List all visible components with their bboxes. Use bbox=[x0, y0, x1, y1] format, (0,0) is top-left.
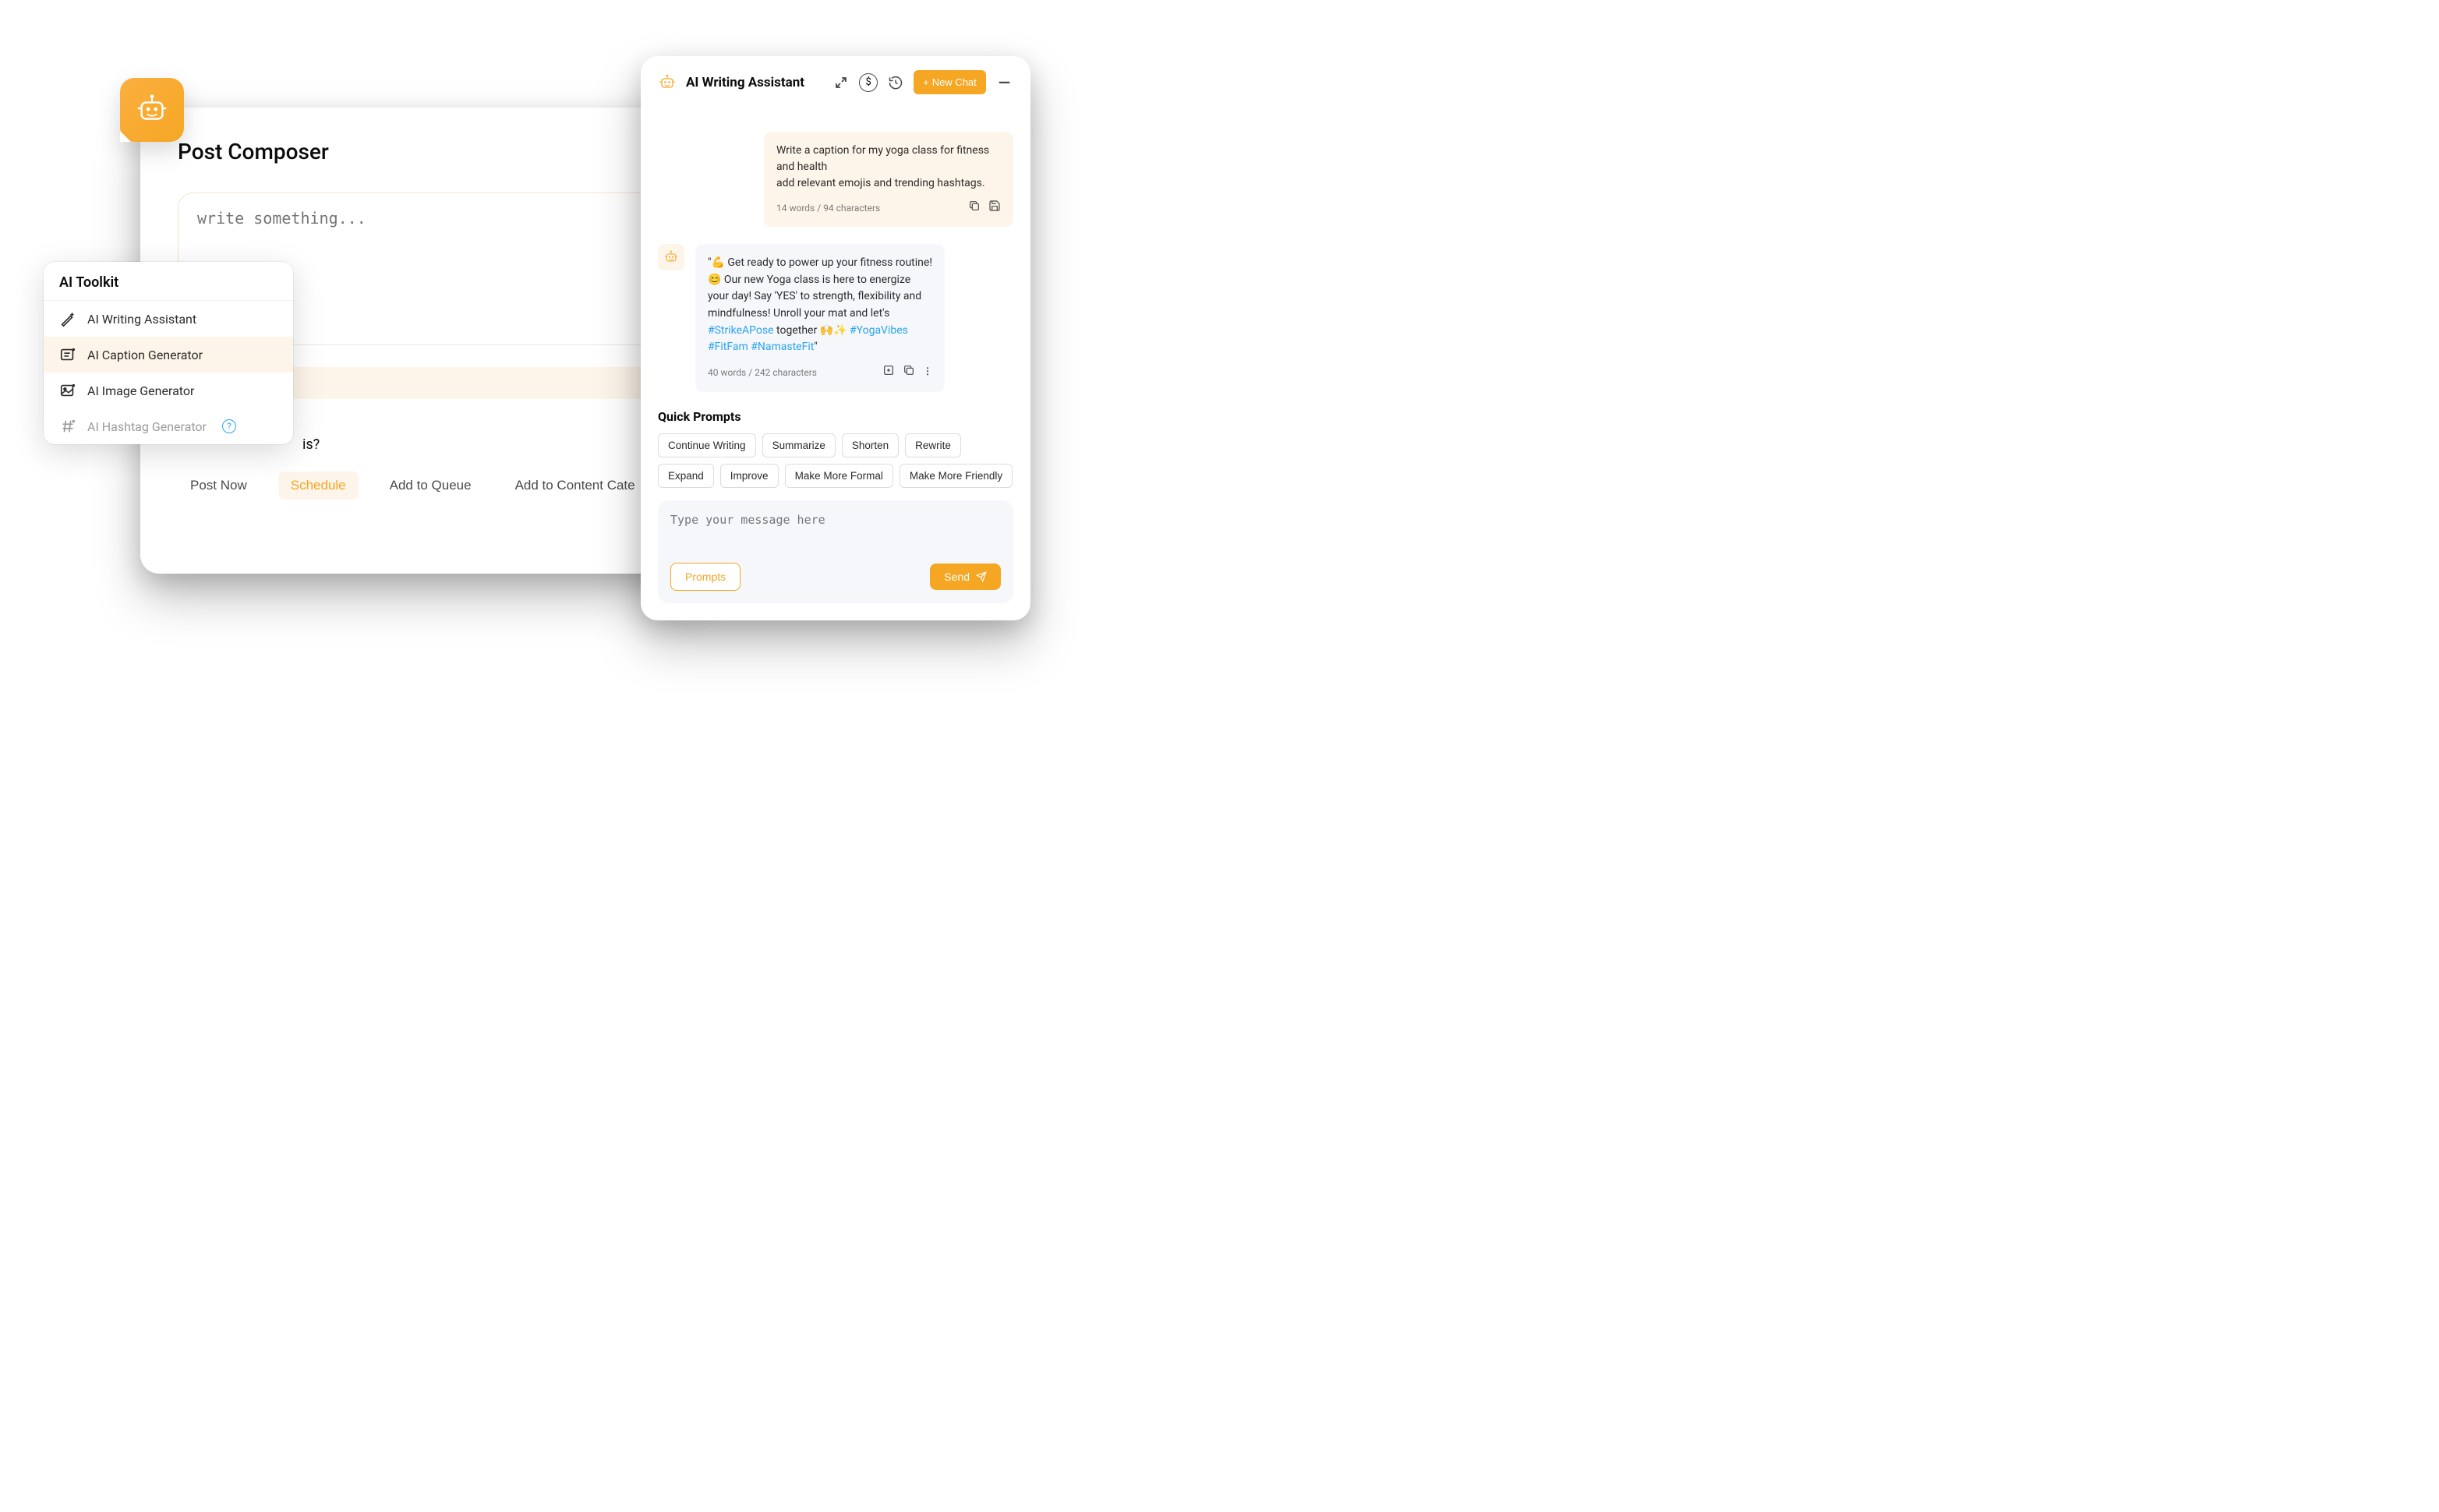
quick-prompts-chips: Continue Writing Summarize Shorten Rewri… bbox=[658, 433, 1013, 488]
assistant-title: AI Writing Assistant bbox=[686, 75, 804, 90]
post-now-button[interactable]: Post Now bbox=[178, 472, 260, 500]
hashtag[interactable]: #NamasteFit bbox=[751, 341, 814, 353]
message-input[interactable] bbox=[670, 513, 1001, 553]
magic-wand-icon bbox=[59, 310, 76, 327]
send-button[interactable]: Send bbox=[930, 563, 1001, 590]
copy-icon[interactable] bbox=[968, 200, 981, 216]
quick-prompt-chip[interactable]: Make More Formal bbox=[785, 464, 893, 488]
user-message-bubble: Write a caption for my yoga class for fi… bbox=[764, 132, 1013, 227]
new-chat-button[interactable]: + New Chat bbox=[914, 70, 986, 94]
quick-prompt-chip[interactable]: Expand bbox=[658, 464, 714, 488]
composer-title: Post Composer bbox=[178, 139, 664, 164]
ai-toolkit-popover: AI Toolkit AI Writing Assistant AI Capti… bbox=[44, 262, 293, 444]
quick-prompt-chip[interactable]: Improve bbox=[720, 464, 779, 488]
ai-assistant-panel: AI Writing Assistant $ + New Chat — Writ… bbox=[641, 56, 1030, 620]
add-to-category-button[interactable]: Add to Content Cate bbox=[503, 472, 648, 500]
message-input-area: Prompts Send bbox=[658, 500, 1013, 603]
hashtag[interactable]: #FitFam bbox=[708, 341, 748, 353]
quick-prompts-section: Quick Prompts Continue Writing Summarize… bbox=[658, 409, 1013, 488]
ai-message-meta: 40 words / 242 characters bbox=[708, 366, 817, 380]
toolkit-item-label: AI Image Generator bbox=[87, 383, 194, 398]
expand-icon[interactable] bbox=[832, 74, 850, 91]
ai-robot-badge[interactable] bbox=[120, 78, 184, 142]
ai-message-text: " bbox=[814, 341, 817, 353]
send-icon bbox=[976, 571, 987, 582]
quick-prompt-chip[interactable]: Make More Friendly bbox=[900, 464, 1013, 488]
user-message-line: Write a caption for my yoga class for fi… bbox=[776, 143, 1001, 175]
help-icon[interactable]: ? bbox=[222, 419, 236, 433]
quick-prompts-title: Quick Prompts bbox=[658, 409, 1013, 424]
minimize-icon[interactable]: — bbox=[995, 73, 1013, 92]
quick-prompt-chip[interactable]: Continue Writing bbox=[658, 433, 756, 457]
quick-prompt-chip[interactable]: Shorten bbox=[842, 433, 899, 457]
add-to-queue-button[interactable]: Add to Queue bbox=[377, 472, 484, 500]
toolkit-item-caption-generator[interactable]: AI Caption Generator bbox=[44, 337, 293, 373]
toolkit-item-image-generator[interactable]: AI Image Generator bbox=[44, 373, 293, 408]
user-message-line: add relevant emojis and trending hashtag… bbox=[776, 175, 1001, 192]
ai-message-text: "💪 Get ready to power up your fitness ro… bbox=[708, 256, 932, 320]
toolkit-item-hashtag-generator[interactable]: AI Hashtag Generator ? bbox=[44, 408, 293, 444]
more-icon[interactable]: ⋮ bbox=[923, 364, 932, 381]
ai-message-row: "💪 Get ready to power up your fitness ro… bbox=[658, 244, 1013, 392]
plus-icon: + bbox=[923, 76, 929, 88]
robot-icon bbox=[663, 249, 679, 265]
hashtag[interactable]: #YogaVibes bbox=[850, 324, 908, 337]
toolkit-item-writing-assistant[interactable]: AI Writing Assistant bbox=[44, 301, 293, 337]
robot-icon bbox=[658, 73, 677, 92]
caption-icon bbox=[59, 346, 76, 363]
user-message-meta: 14 words / 94 characters bbox=[776, 201, 880, 215]
copy-icon[interactable] bbox=[903, 364, 915, 381]
toolkit-item-label: AI Hashtag Generator bbox=[87, 419, 207, 434]
credits-icon[interactable]: $ bbox=[859, 73, 878, 92]
toolkit-item-label: AI Writing Assistant bbox=[87, 312, 196, 327]
robot-icon bbox=[134, 92, 170, 128]
send-label: Send bbox=[944, 571, 970, 583]
history-icon[interactable] bbox=[887, 74, 904, 91]
insert-icon[interactable] bbox=[882, 364, 895, 381]
assistant-header: AI Writing Assistant $ + New Chat — bbox=[658, 70, 1013, 94]
save-icon[interactable] bbox=[988, 200, 1001, 216]
image-icon bbox=[59, 382, 76, 399]
composer-actions: Post Now Schedule Add to Queue Add to Co… bbox=[178, 472, 664, 500]
prompts-button[interactable]: Prompts bbox=[670, 563, 741, 591]
toolkit-title: AI Toolkit bbox=[44, 262, 293, 301]
hashtag-icon bbox=[59, 418, 76, 435]
quick-prompt-chip[interactable]: Rewrite bbox=[905, 433, 961, 457]
ai-message-bubble: "💪 Get ready to power up your fitness ro… bbox=[695, 244, 945, 392]
toolkit-item-label: AI Caption Generator bbox=[87, 348, 203, 362]
ai-avatar bbox=[658, 244, 684, 270]
quick-prompt-chip[interactable]: Summarize bbox=[762, 433, 836, 457]
new-chat-label: New Chat bbox=[932, 76, 977, 88]
schedule-button[interactable]: Schedule bbox=[278, 472, 359, 500]
hashtag[interactable]: #StrikeAPose bbox=[708, 324, 774, 337]
ai-message-text: together 🙌✨ bbox=[774, 324, 850, 337]
